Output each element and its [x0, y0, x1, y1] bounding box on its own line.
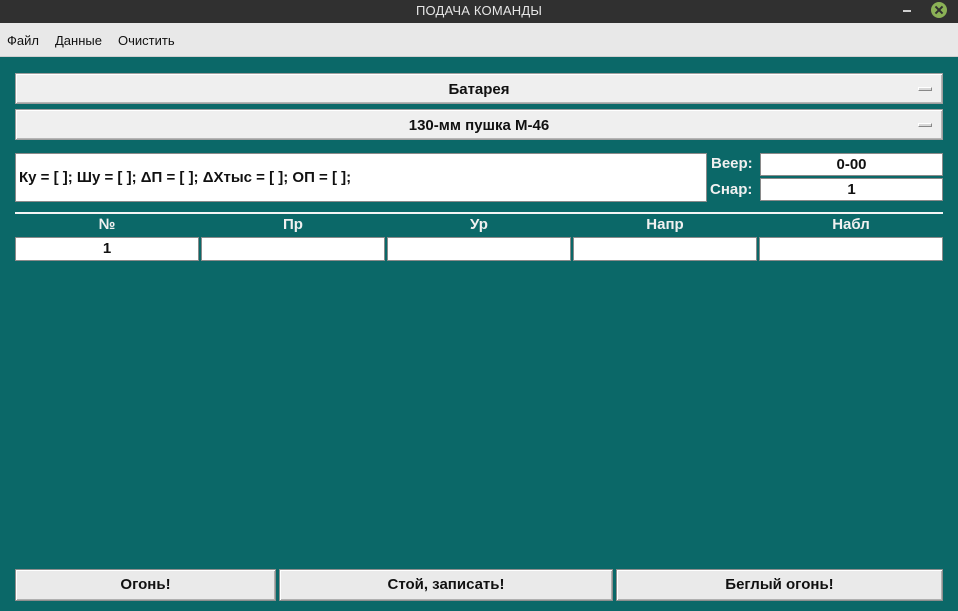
- cell-nabl[interactable]: [759, 237, 943, 261]
- dropdown-indicator-icon: [918, 87, 932, 91]
- snar-label: Снар:: [710, 181, 753, 198]
- close-icon[interactable]: [931, 2, 947, 18]
- window-title: ПОДАЧА КОМАНДЫ: [415, 3, 543, 18]
- corrections-field[interactable]: Ку = [ ]; Шу = [ ]; ΔП = [ ]; ΔХтыс = [ …: [15, 153, 707, 202]
- stop-record-button[interactable]: Стой, записать!: [279, 569, 613, 601]
- veer-field[interactable]: 0-00: [760, 153, 943, 176]
- column-header-nabl: Набл: [832, 216, 870, 233]
- battery-selector-label: Батарея: [448, 81, 510, 98]
- battery-selector[interactable]: Батарея: [15, 73, 943, 104]
- fire-button[interactable]: Огонь!: [15, 569, 276, 601]
- column-header-pr: Пр: [283, 216, 303, 233]
- title-bar: ПОДАЧА КОМАНДЫ: [0, 0, 958, 23]
- cell-napr[interactable]: [573, 237, 757, 261]
- corrections-text: Ку = [ ]; Шу = [ ]; ΔП = [ ]; ΔХтыс = [ …: [19, 169, 352, 186]
- cell-pr[interactable]: [201, 237, 385, 261]
- column-header-number: №: [98, 216, 116, 233]
- gun-selector-label: 130-мм пушка М-46: [408, 117, 550, 134]
- divider: [15, 212, 943, 214]
- cell-number[interactable]: 1: [15, 237, 199, 261]
- menu-data[interactable]: Данные: [55, 33, 102, 48]
- dropdown-indicator-icon: [918, 123, 932, 127]
- rapid-fire-button[interactable]: Беглый огонь!: [616, 569, 943, 601]
- snar-field[interactable]: 1: [760, 178, 943, 201]
- menu-clear[interactable]: Очистить: [118, 33, 175, 48]
- column-header-napr: Напр: [646, 216, 684, 233]
- veer-label: Веер:: [711, 155, 753, 172]
- cell-ur[interactable]: [387, 237, 571, 261]
- menu-bar: Файл Данные Очистить: [0, 23, 958, 57]
- minimize-icon[interactable]: [903, 10, 911, 12]
- gun-selector[interactable]: 130-мм пушка М-46: [15, 109, 943, 140]
- column-header-ur: Ур: [470, 216, 488, 233]
- menu-file[interactable]: Файл: [7, 33, 39, 48]
